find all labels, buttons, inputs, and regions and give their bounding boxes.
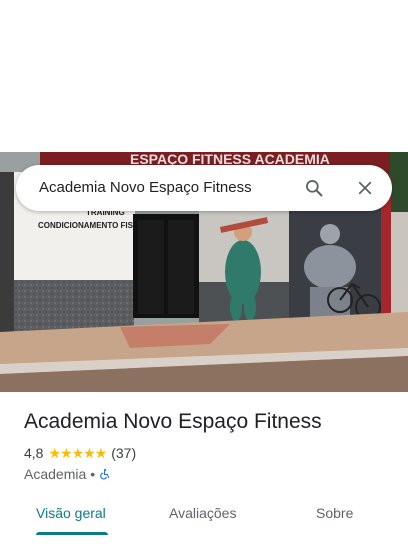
facade-sign-line2: CONDICIONAMENTO FISICO [38,221,147,230]
tab-overview[interactable]: Visão geral [36,505,106,521]
star-rating-icon: ★★★★★ [48,444,107,461]
wheelchair-icon [99,468,111,480]
category-row: Academia • [24,466,111,482]
active-tab-indicator [36,532,108,535]
close-icon[interactable] [351,174,379,202]
separator-dot: • [90,466,96,482]
review-count: (37) [111,445,137,461]
rating-value: 4,8 [24,445,44,461]
place-category: Academia [24,466,87,482]
search-input[interactable]: Academia Novo Espaço Fitness [39,179,252,196]
rating-row[interactable]: 4,8 ★★★★★ (37) [24,444,137,462]
search-bar[interactable]: Academia Novo Espaço Fitness [16,165,392,211]
tab-reviews[interactable]: Avaliações [169,505,236,521]
place-tabs: Visão geral Avaliações Sobre [0,500,408,536]
place-title: Academia Novo Espaço Fitness [24,410,322,433]
search-icon[interactable] [300,174,328,202]
tab-about[interactable]: Sobre [316,505,353,521]
